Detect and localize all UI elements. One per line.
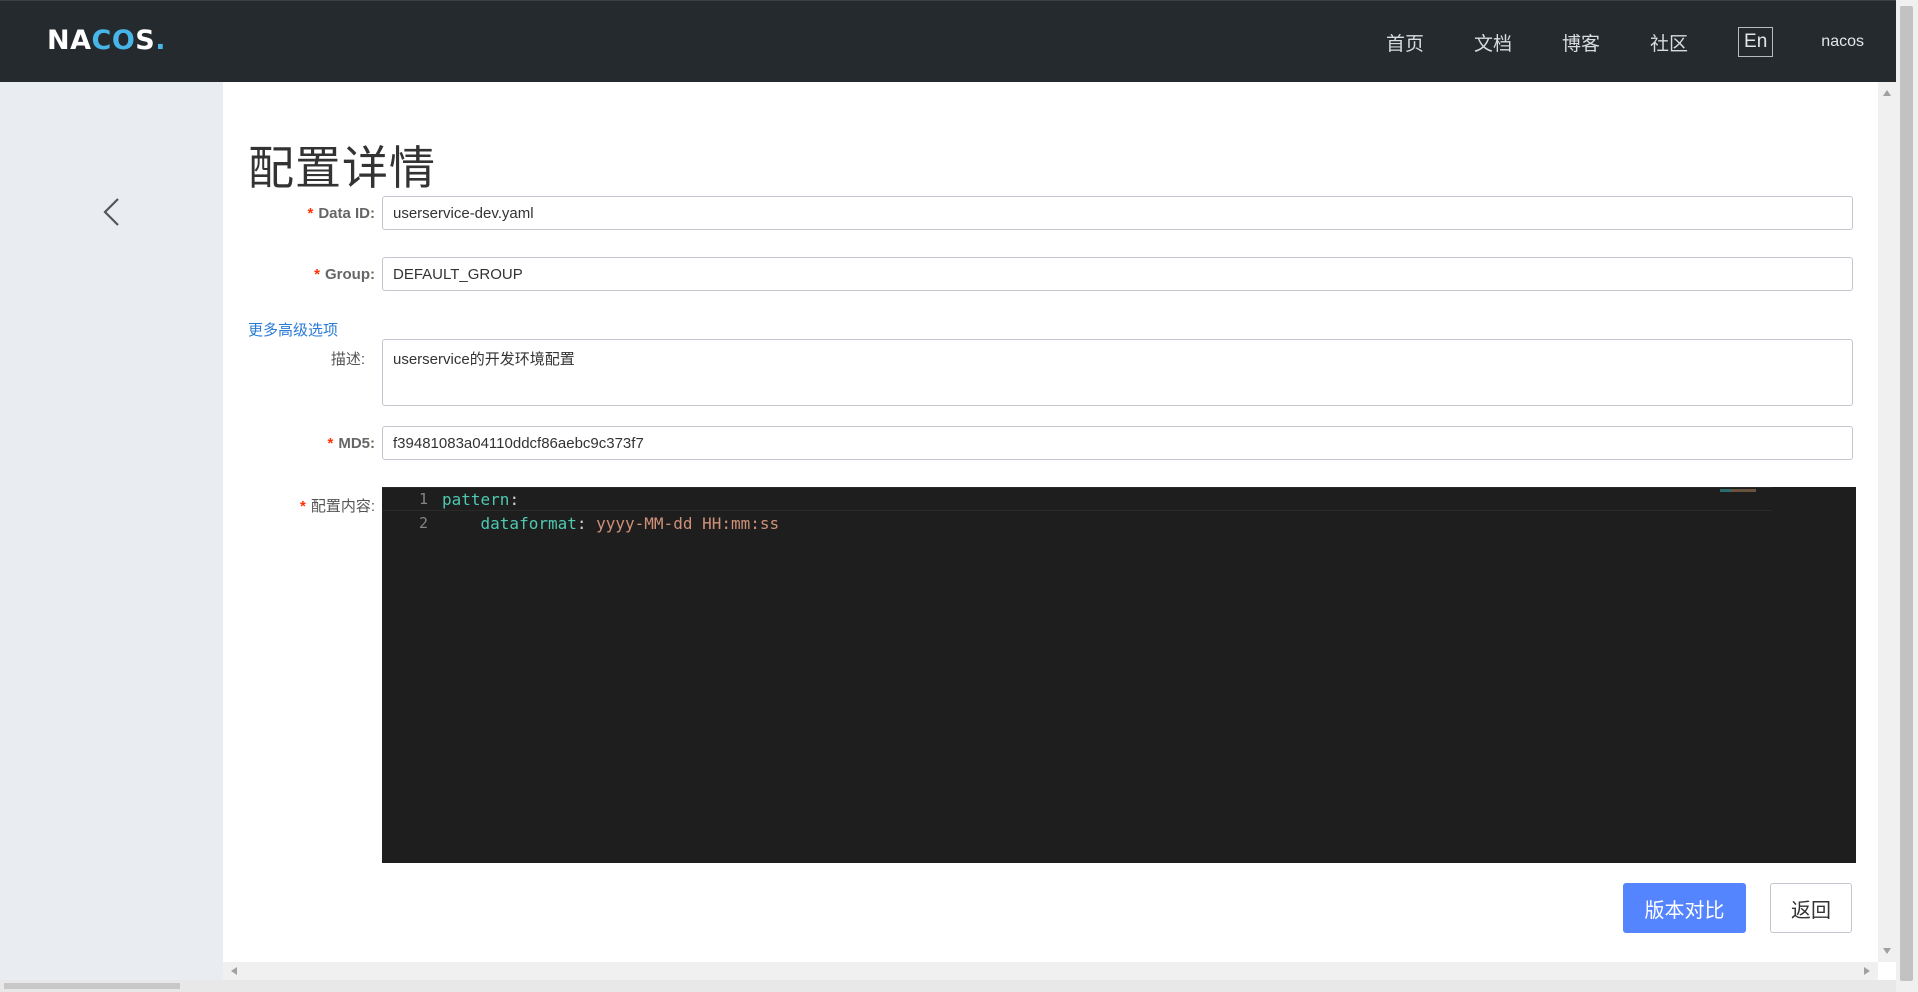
data-id-label: * Data ID: bbox=[235, 205, 375, 222]
top-nav: 首页 文档 博客 社区 En nacos bbox=[1336, 1, 1864, 83]
back-button[interactable]: 返回 bbox=[1770, 883, 1852, 933]
window-horizontal-scrollbar[interactable] bbox=[0, 980, 1896, 992]
window-scroll-thumb[interactable] bbox=[1900, 6, 1913, 981]
description-textarea[interactable]: userservice的开发环境配置 bbox=[382, 339, 1853, 406]
vertical-scrollbar[interactable] bbox=[1878, 82, 1896, 962]
nav-blog[interactable]: 博客 bbox=[1562, 29, 1600, 56]
scroll-up-arrow-icon[interactable] bbox=[1883, 90, 1891, 96]
logo-text-prefix: NA bbox=[47, 25, 92, 56]
scroll-left-arrow-icon[interactable] bbox=[231, 967, 237, 975]
line-number: 2 bbox=[418, 514, 428, 532]
required-mark: * bbox=[307, 205, 314, 222]
nacos-logo[interactable]: NACOS. bbox=[47, 27, 166, 55]
logo-dot: . bbox=[155, 25, 166, 56]
content-label-text: 配置内容: bbox=[310, 498, 375, 515]
md5-input[interactable]: f39481083a04110ddcf86aebc9c373f7 bbox=[382, 426, 1853, 460]
yaml-separator: : bbox=[509, 489, 520, 509]
logo-text-suffix: S bbox=[135, 25, 156, 56]
code-text: dataformat: yyyy-MM-dd HH:mm:ss bbox=[442, 513, 780, 533]
top-header: NACOS. 首页 文档 博客 社区 En nacos bbox=[0, 0, 1918, 82]
scroll-down-arrow-icon[interactable] bbox=[1883, 948, 1891, 954]
group-label-text: Group: bbox=[325, 266, 375, 283]
nav-home[interactable]: 首页 bbox=[1386, 29, 1424, 56]
code-text: pattern: bbox=[442, 490, 519, 509]
yaml-key: dataformat bbox=[480, 513, 577, 533]
code-line[interactable]: 1 pattern: bbox=[382, 487, 1772, 511]
user-menu[interactable]: nacos bbox=[1821, 33, 1864, 51]
language-switch-button[interactable]: En bbox=[1738, 27, 1774, 57]
group-input[interactable]: DEFAULT_GROUP bbox=[382, 257, 1853, 291]
window-vertical-scrollbar[interactable] bbox=[1896, 0, 1918, 992]
required-mark: * bbox=[299, 498, 306, 515]
window-hscroll-thumb[interactable] bbox=[4, 983, 180, 989]
main-content: 配置详情 * Data ID: userservice-dev.yaml * Gro… bbox=[223, 82, 1878, 962]
nav-community[interactable]: 社区 bbox=[1650, 29, 1688, 56]
content-label: * 配置内容: bbox=[235, 495, 375, 516]
nav-docs[interactable]: 文档 bbox=[1474, 29, 1512, 56]
yaml-key: pattern bbox=[442, 489, 510, 509]
required-mark: * bbox=[314, 266, 320, 283]
md5-label-text: MD5: bbox=[338, 435, 375, 452]
version-compare-button[interactable]: 版本对比 bbox=[1623, 883, 1746, 933]
horizontal-scrollbar[interactable] bbox=[223, 962, 1878, 980]
description-label: 描述: bbox=[330, 351, 365, 368]
data-id-input[interactable]: userservice-dev.yaml bbox=[382, 196, 1853, 230]
chevron-left-icon[interactable] bbox=[100, 196, 124, 228]
yaml-separator: : bbox=[576, 513, 597, 533]
line-number: 1 bbox=[418, 490, 428, 508]
required-mark: * bbox=[327, 435, 334, 452]
md5-label: * MD5: bbox=[235, 435, 375, 452]
data-id-label-text: Data ID: bbox=[318, 205, 375, 222]
code-line[interactable]: 2 dataformat: yyyy-MM-dd HH:mm:ss bbox=[382, 511, 1772, 535]
scroll-right-arrow-icon[interactable] bbox=[1864, 967, 1870, 975]
left-sidebar bbox=[0, 82, 223, 992]
code-editor[interactable]: 1 pattern: 2 dataformat: yyyy-MM-dd HH:m… bbox=[382, 487, 1856, 863]
logo-text-mid: CO bbox=[91, 25, 136, 56]
group-label: * Group: bbox=[235, 266, 375, 283]
advanced-options-link[interactable]: 更多高级选项 bbox=[248, 319, 338, 340]
page-title: 配置详情 bbox=[248, 141, 436, 195]
yaml-value: yyyy-MM-dd HH:mm:ss bbox=[596, 513, 780, 533]
